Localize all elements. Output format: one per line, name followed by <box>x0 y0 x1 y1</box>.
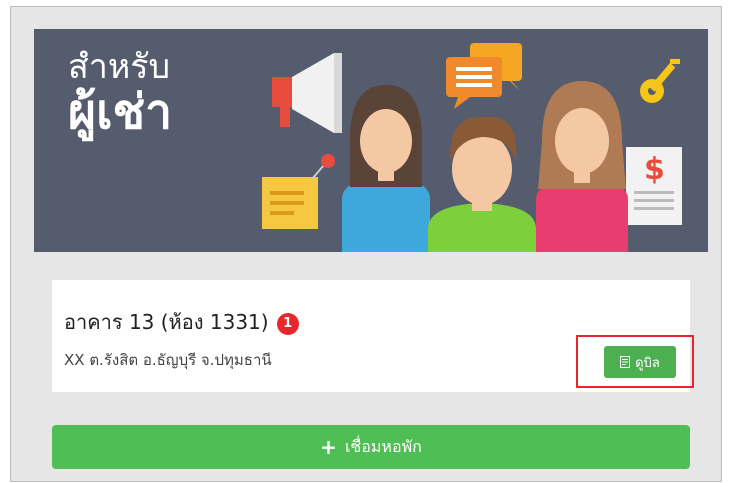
chat-bubbles-icon <box>446 43 522 109</box>
banner-title-line1: สำหรับ <box>68 47 171 87</box>
person-woman-right-icon <box>536 81 628 252</box>
plus-icon: + <box>320 435 337 459</box>
notification-badge: 1 <box>276 313 299 335</box>
person-woman-left-icon <box>342 85 430 252</box>
connect-dormitory-label: เชื่อมหอพัก <box>344 436 422 456</box>
megaphone-icon <box>272 53 342 133</box>
person-man-center-icon <box>428 116 536 252</box>
dollar-sign: $ <box>644 152 665 187</box>
note-pin-icon <box>262 154 335 229</box>
building-name-text: อาคาร 13 (ห้อง 1331) <box>64 310 269 334</box>
building-name: อาคาร 13 (ห้อง 1331) 1 <box>64 306 299 338</box>
invoice-dollar-icon: $ <box>626 147 682 225</box>
tenant-banner: $ สำหรับ ผู้เช่า <box>34 29 708 252</box>
banner-title: สำหรับ ผู้เช่า <box>68 47 173 141</box>
connect-dormitory-button[interactable]: + เชื่อมหอพัก <box>52 425 690 469</box>
document-icon <box>620 356 631 368</box>
key-icon <box>640 59 680 103</box>
banner-title-line2: ผู้เช่า <box>68 84 173 141</box>
view-bill-label: ดูบิล <box>635 355 660 371</box>
view-bill-button[interactable]: ดูบิล <box>604 346 676 378</box>
property-address: XX ต.รังสิต อ.ธัญบุรี จ.ปทุมธานี <box>64 351 272 369</box>
